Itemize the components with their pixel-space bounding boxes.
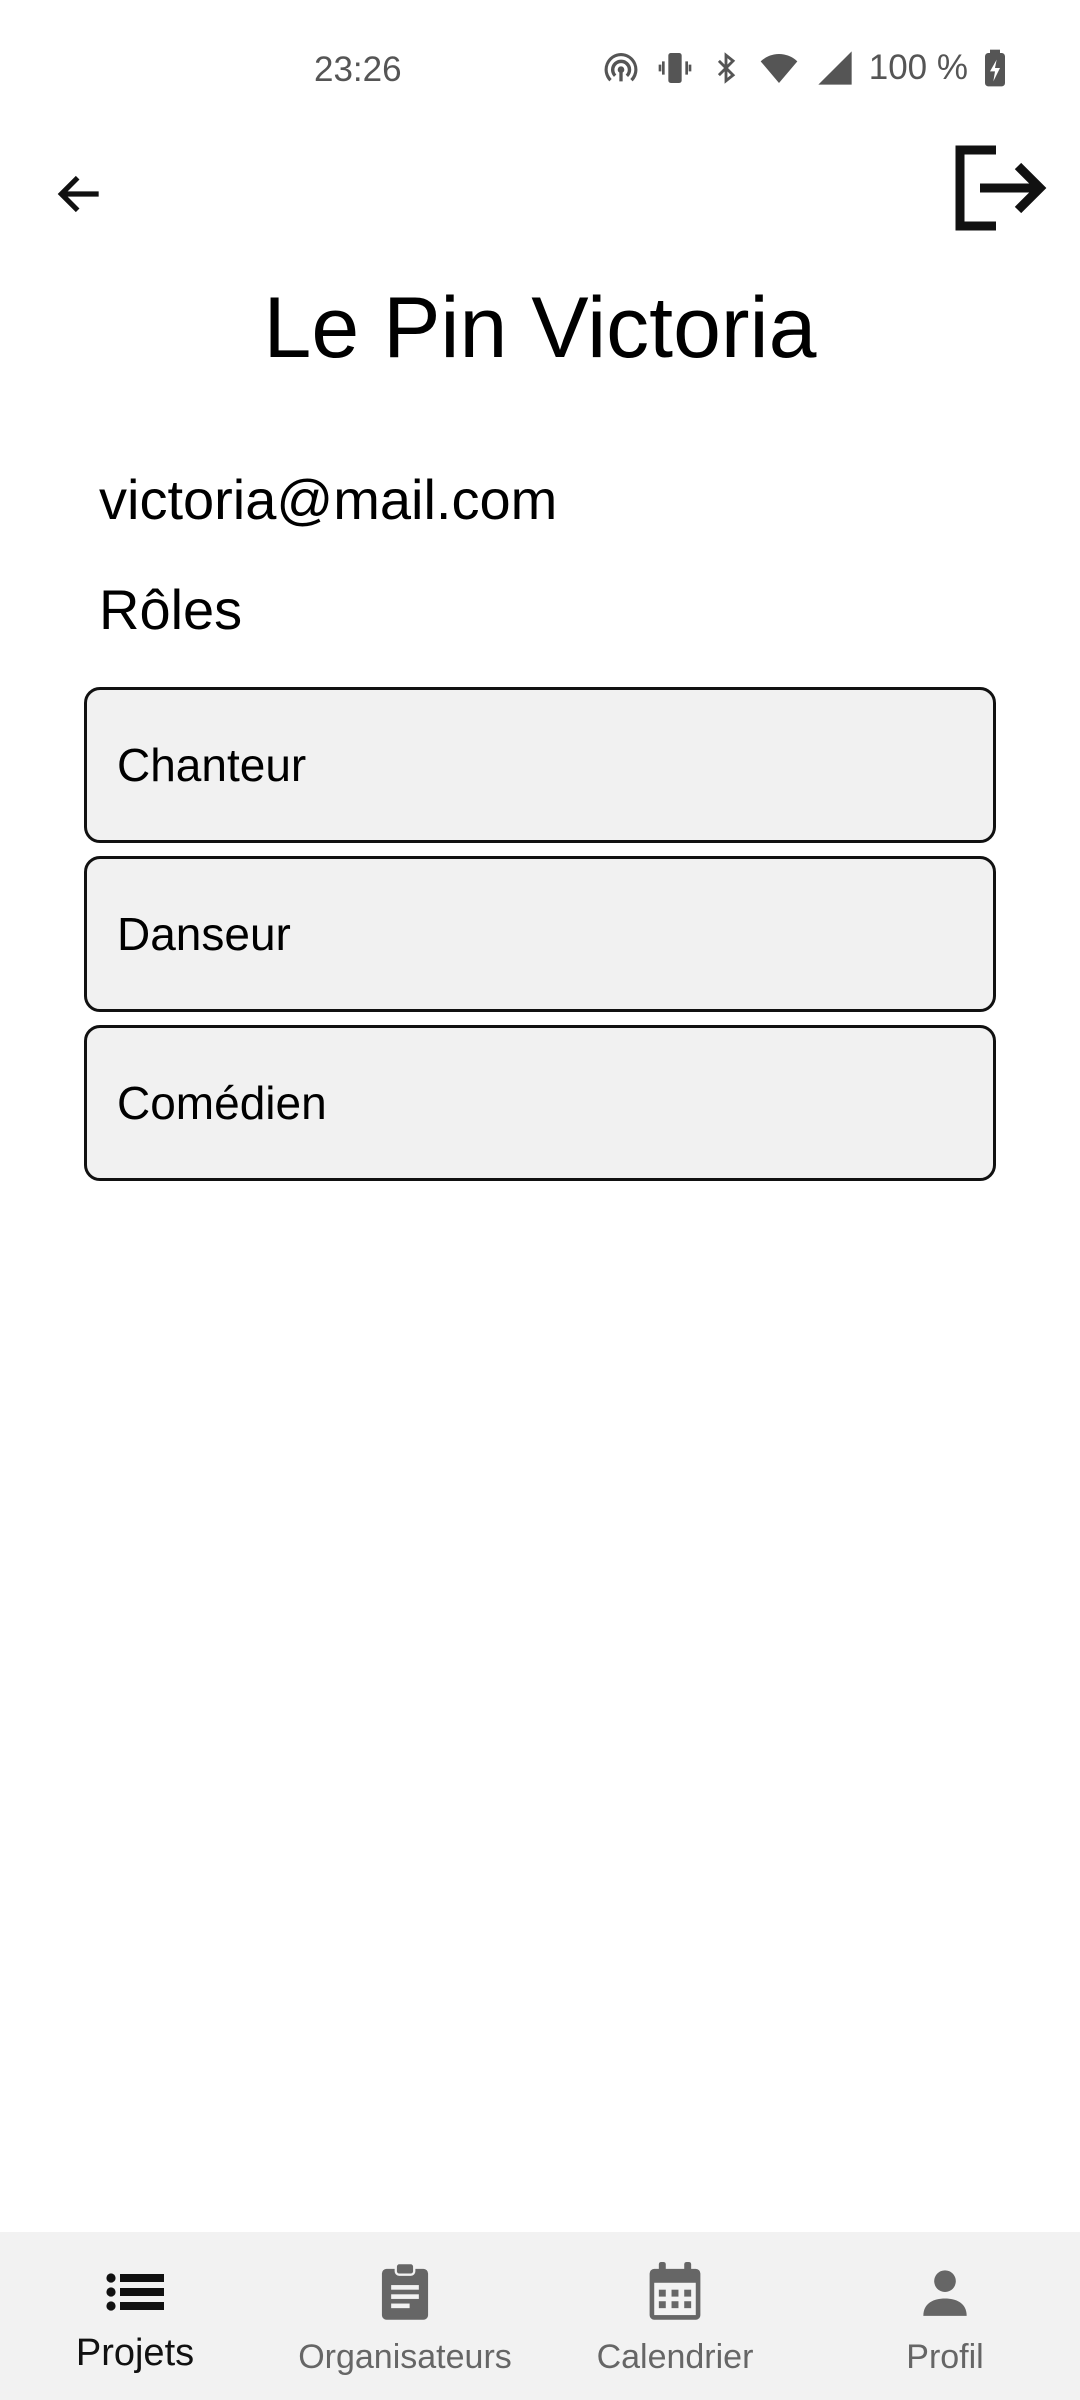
list-icon [106,2260,164,2324]
status-time: 23:26 [314,50,402,89]
clipboard-icon [377,2260,433,2324]
hotspot-icon [601,48,641,88]
nav-item-profil[interactable]: Profil [810,2232,1080,2400]
nav-item-calendrier[interactable]: Calendrier [540,2232,810,2400]
logout-icon [952,142,1048,239]
roles-list: Chanteur Danseur Comédien [84,687,996,1194]
calendar-icon [647,2260,703,2324]
vibrate-icon [655,48,695,88]
nav-label-profil: Profil [906,2338,984,2376]
arrow-back-icon [52,166,108,227]
signal-icon [815,48,855,88]
back-button[interactable] [44,160,116,232]
nav-label-calendrier: Calendrier [596,2338,754,2376]
logout-button[interactable] [948,142,1052,238]
battery-percentage: 100 % [868,48,968,87]
role-item-danseur[interactable]: Danseur [84,856,996,1012]
person-icon [919,2260,971,2324]
profile-name: Le Pin Victoria [263,280,817,376]
status-icons: 100 % [601,48,1008,88]
bottom-navigation: Projets Organisateurs Calendrier Profil [0,2232,1080,2400]
nav-label-organisateurs: Organisateurs [298,2338,512,2376]
profile-email: victoria@mail.com [99,468,558,531]
nav-label-projets: Projets [75,2332,195,2374]
wifi-icon [757,48,801,88]
role-item-comedien[interactable]: Comédien [84,1025,996,1181]
nav-item-projets[interactable]: Projets [0,2232,270,2400]
roles-heading: Rôles [99,578,243,641]
role-item-chanteur[interactable]: Chanteur [84,687,996,843]
battery-charging-icon [982,48,1008,88]
nav-item-organisateurs[interactable]: Organisateurs [270,2232,540,2400]
bluetooth-icon [709,48,743,88]
status-bar: 23:26 100 % [0,0,1080,140]
